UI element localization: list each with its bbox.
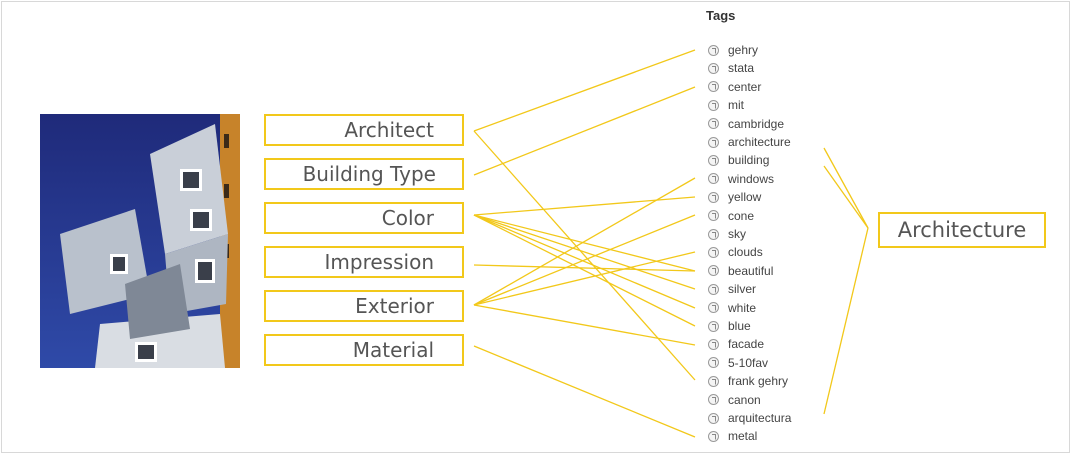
category-building-type: Building Type	[264, 158, 464, 190]
tag-label[interactable]: sky	[728, 227, 746, 241]
tag-label[interactable]: architecture	[728, 135, 791, 149]
tag-label[interactable]: mit	[728, 98, 744, 112]
tag-label[interactable]: arquitectura	[728, 411, 791, 425]
tag-item[interactable]: arquitectura	[708, 410, 791, 426]
tag-item[interactable]: mit	[708, 97, 744, 113]
category-material: Material	[264, 334, 464, 366]
tag-globe-icon	[708, 375, 719, 387]
tag-label[interactable]: silver	[728, 282, 756, 296]
tag-globe-icon	[708, 338, 719, 350]
tag-globe-icon	[708, 99, 719, 111]
tag-label[interactable]: white	[728, 301, 756, 315]
tag-globe-icon	[708, 412, 719, 424]
tag-item[interactable]: frank gehry	[708, 373, 788, 389]
tag-label[interactable]: stata	[728, 61, 754, 75]
tag-label[interactable]: building	[728, 153, 769, 167]
tag-globe-icon	[708, 62, 719, 74]
tag-globe-icon	[708, 283, 719, 295]
tag-label[interactable]: clouds	[728, 245, 763, 259]
tag-item[interactable]: clouds	[708, 244, 763, 260]
tag-globe-icon	[708, 394, 719, 406]
tag-globe-icon	[708, 357, 719, 369]
tag-item[interactable]: gehry	[708, 42, 758, 58]
tag-item[interactable]: beautiful	[708, 263, 773, 279]
tag-item[interactable]: sky	[708, 226, 746, 242]
architecture-label: Architecture	[878, 212, 1046, 248]
tag-globe-icon	[708, 430, 719, 442]
tag-label[interactable]: cone	[728, 209, 754, 223]
tag-label[interactable]: blue	[728, 319, 751, 333]
tag-item[interactable]: center	[708, 79, 761, 95]
category-color: Color	[264, 202, 464, 234]
tag-globe-icon	[708, 81, 719, 93]
tag-label[interactable]: metal	[728, 429, 757, 443]
tag-label[interactable]: 5-10fav	[728, 356, 768, 370]
tag-item[interactable]: white	[708, 300, 756, 316]
tag-item[interactable]: architecture	[708, 134, 791, 150]
tag-item[interactable]: cone	[708, 208, 754, 224]
tag-globe-icon	[708, 265, 719, 277]
tag-item[interactable]: silver	[708, 281, 756, 297]
tag-item[interactable]: facade	[708, 336, 764, 352]
tag-globe-icon	[708, 173, 719, 185]
tag-globe-icon	[708, 136, 719, 148]
tag-globe-icon	[708, 246, 719, 258]
category-exterior: Exterior	[264, 290, 464, 322]
tag-label[interactable]: canon	[728, 393, 761, 407]
tag-label[interactable]: frank gehry	[728, 374, 788, 388]
tag-item[interactable]: metal	[708, 428, 757, 444]
tag-item[interactable]: stata	[708, 60, 754, 76]
tag-label[interactable]: facade	[728, 337, 764, 351]
tag-globe-icon	[708, 210, 719, 222]
tag-label[interactable]: yellow	[728, 190, 761, 204]
tag-item[interactable]: blue	[708, 318, 751, 334]
tag-item[interactable]: cambridge	[708, 116, 784, 132]
tag-label[interactable]: cambridge	[728, 117, 784, 131]
tag-globe-icon	[708, 191, 719, 203]
tag-label[interactable]: gehry	[728, 43, 758, 57]
tags-title: Tags	[706, 8, 736, 23]
tag-globe-icon	[708, 154, 719, 166]
category-architect: Architect	[264, 114, 464, 146]
tag-globe-icon	[708, 320, 719, 332]
tag-item[interactable]: yellow	[708, 189, 761, 205]
tag-globe-icon	[708, 44, 719, 56]
tag-item[interactable]: canon	[708, 392, 761, 408]
tag-item[interactable]: 5-10fav	[708, 355, 768, 371]
tag-globe-icon	[708, 302, 719, 314]
tag-label[interactable]: windows	[728, 172, 774, 186]
tag-item[interactable]: windows	[708, 171, 774, 187]
tag-label[interactable]: beautiful	[728, 264, 773, 278]
tag-item[interactable]: building	[708, 152, 769, 168]
tag-globe-icon	[708, 118, 719, 130]
tag-globe-icon	[708, 228, 719, 240]
category-impression: Impression	[264, 246, 464, 278]
tag-label[interactable]: center	[728, 80, 761, 94]
